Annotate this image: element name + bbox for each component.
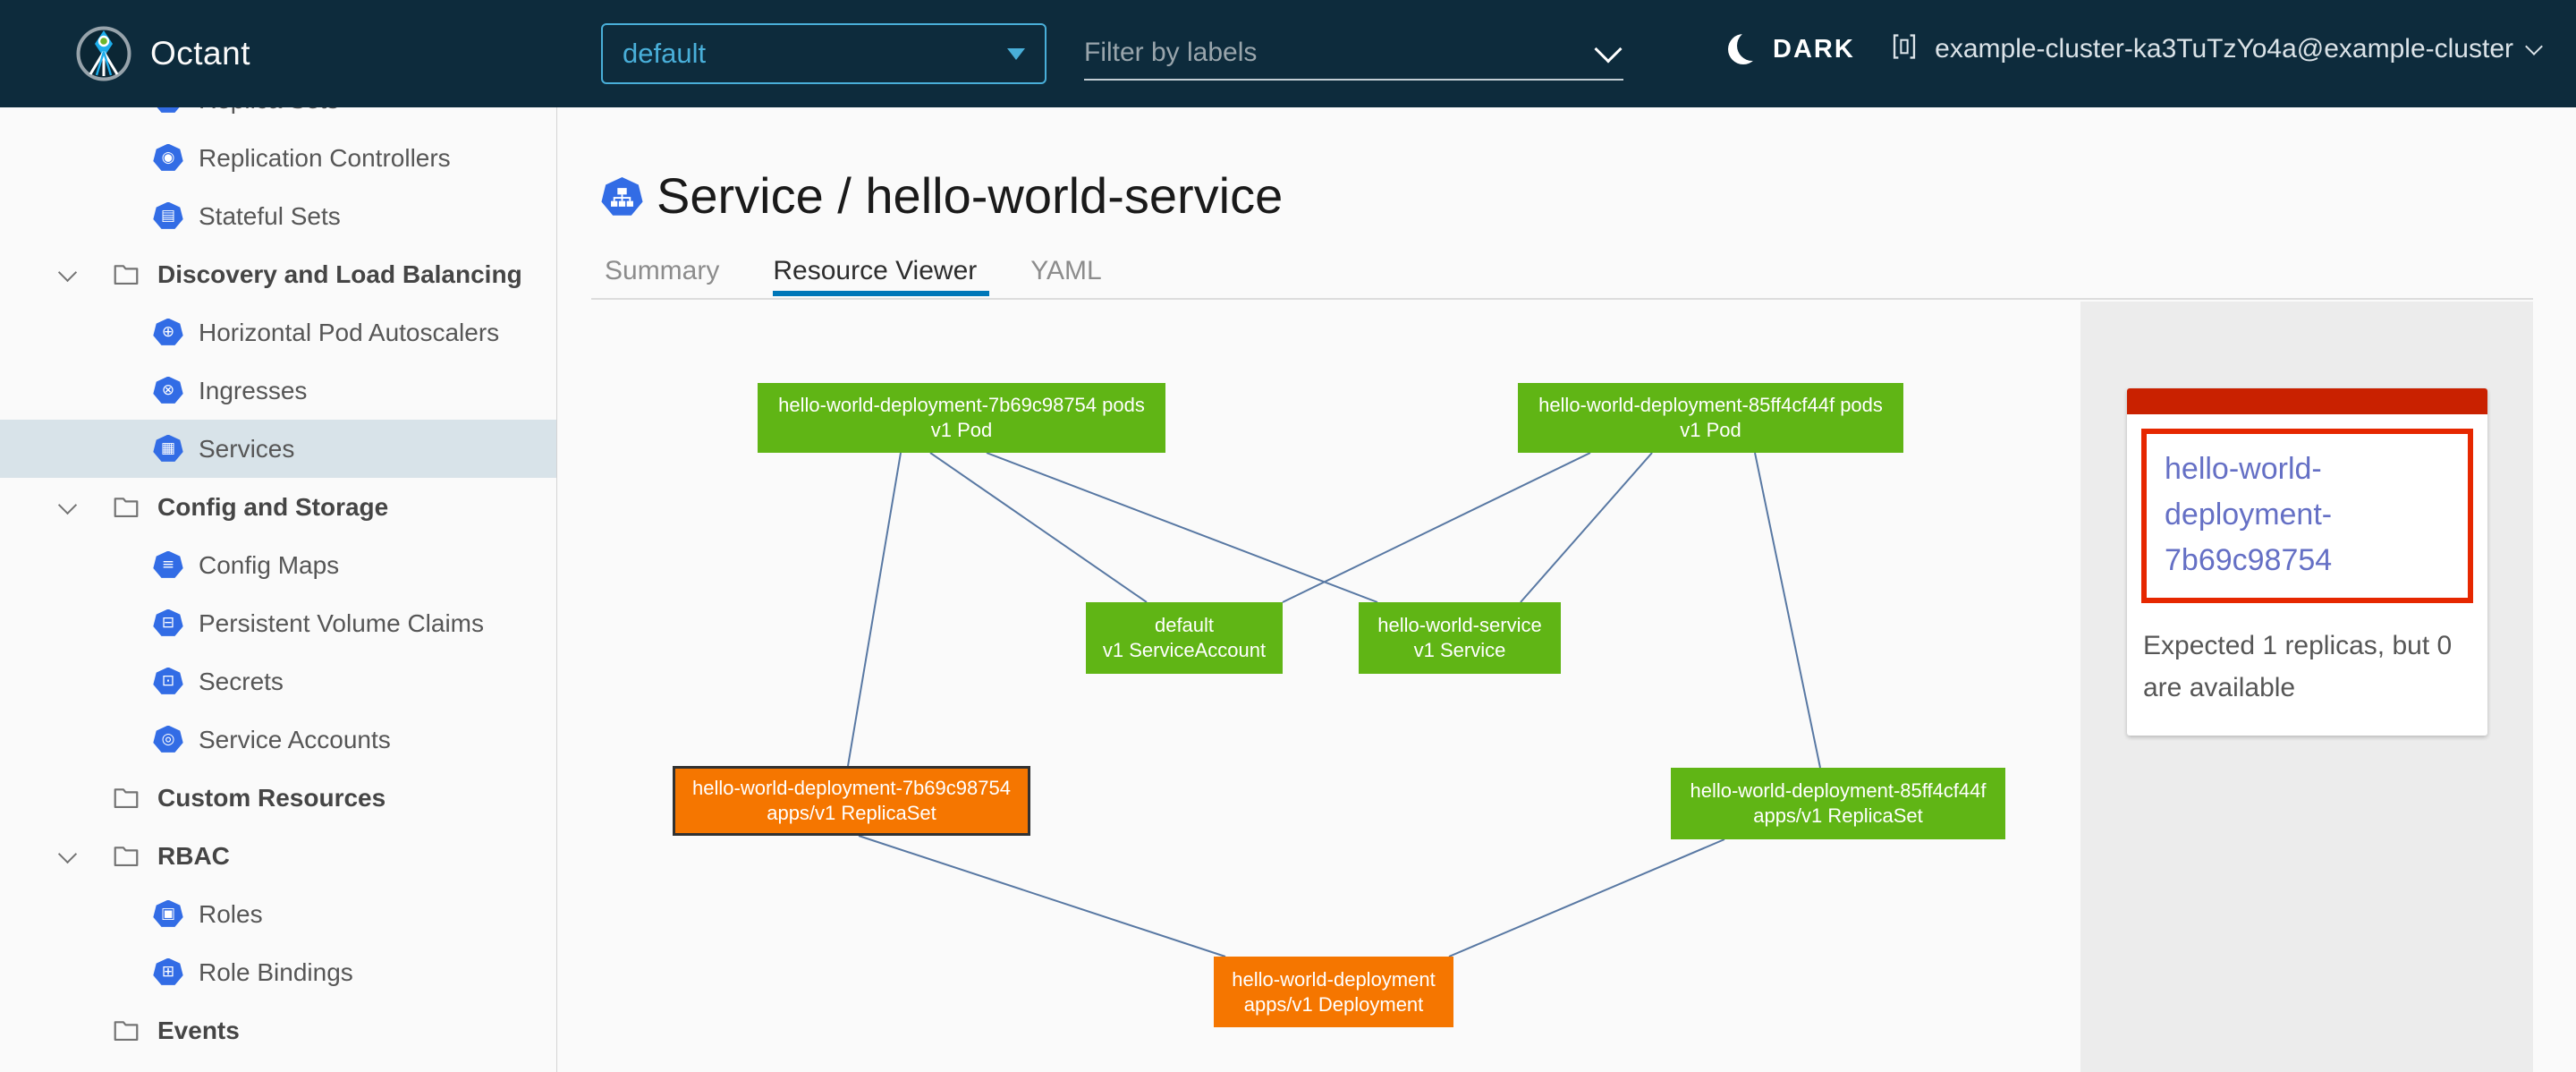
chevron-down-icon[interactable] (55, 843, 82, 870)
sidebar-nav: ◫ Replica Sets ◉ Replication Controllers… (0, 107, 557, 1072)
status-bar (2127, 388, 2487, 414)
namespace-dropdown-value: default (623, 38, 706, 70)
context-chevron-down-icon (2525, 38, 2543, 55)
tab-yaml[interactable]: YAML (1030, 256, 1101, 286)
graph-node-replicaset-7b69c98754[interactable]: hello-world-deployment-7b69c98754 apps/v… (673, 766, 1030, 836)
tab-bar: Summary Resource Viewer YAML (605, 256, 1102, 286)
sidebar-group-events[interactable]: Events (0, 1001, 556, 1059)
sidebar-group-custom-resources[interactable]: Custom Resources (0, 769, 556, 827)
tab-summary[interactable]: Summary (605, 256, 719, 286)
sidebar-item-secrets[interactable]: ⊡ Secrets (0, 652, 556, 710)
roles-icon: ▣ (153, 900, 183, 929)
alert-box: hello-world-deployment-7b69c98754 (2141, 429, 2473, 603)
chevron-down-icon[interactable] (55, 494, 82, 521)
sidebar-group-rbac[interactable]: RBAC (0, 827, 556, 885)
folder-icon (113, 786, 140, 810)
service-accounts-icon: ◎ (153, 726, 183, 754)
sidebar-item-roles[interactable]: ▣ Roles (0, 885, 556, 943)
graph-node-pods-85ff4cf44f[interactable]: hello-world-deployment-85ff4cf44f pods v… (1518, 383, 1903, 453)
status-card: hello-world-deployment-7b69c98754 Expect… (2127, 388, 2487, 736)
folder-icon (113, 262, 140, 286)
config-maps-icon: ≡ (153, 551, 183, 580)
detail-panel: hello-world-deployment-7b69c98754 Expect… (2080, 302, 2533, 1072)
active-tab-underline (773, 291, 989, 296)
stateful-sets-icon: ▤ (153, 202, 183, 231)
context-selector[interactable]: example-cluster-ka3TuTzYo4a@example-clus… (1888, 30, 2540, 68)
graph-node-replicaset-85ff4cf44f[interactable]: hello-world-deployment-85ff4cf44f apps/v… (1671, 768, 2005, 839)
folder-icon (113, 1018, 140, 1042)
sidebar-group-config-and-storage[interactable]: Config and Storage (0, 478, 556, 536)
dropdown-caret-icon (1007, 48, 1025, 60)
sidebar-item-config-maps[interactable]: ≡ Config Maps (0, 536, 556, 594)
sidebar-group-discovery-and-load-balancing[interactable]: Discovery and Load Balancing (0, 245, 556, 303)
namespace-dropdown[interactable]: default (601, 23, 1046, 84)
replication-controllers-icon: ◉ (153, 144, 183, 173)
horizontal-pod-autoscalers-icon: ⊕ (153, 319, 183, 347)
tab-separator (591, 298, 2533, 300)
main-content: Service / hello-world-service Summary Re… (557, 107, 2576, 1072)
sidebar-item-persistent-volume-claims[interactable]: ⊟ Persistent Volume Claims (0, 594, 556, 652)
service-icon (601, 177, 643, 217)
sidebar-item-replica-sets[interactable]: ◫ Replica Sets (0, 107, 556, 129)
resource-link[interactable]: hello-world-deployment-7b69c98754 (2165, 447, 2450, 583)
tab-resource-viewer[interactable]: Resource Viewer (773, 256, 977, 286)
sidebar-item-role-bindings[interactable]: ⊞ Role Bindings (0, 943, 556, 1001)
ingresses-icon: ⊗ (153, 377, 183, 405)
octant-logo-icon (75, 25, 132, 82)
octant-app-window: Octant default DARK example-cluster-ka3T… (0, 0, 2576, 1072)
scrollbar-track[interactable] (2533, 302, 2576, 1072)
services-icon: ▦ (153, 435, 183, 464)
cluster-icon (1888, 30, 1920, 68)
sidebar-item-ingresses[interactable]: ⊗ Ingresses (0, 362, 556, 420)
sidebar-item-horizontal-pod-autoscalers[interactable]: ⊕ Horizontal Pod Autoscalers (0, 303, 556, 362)
chevron-down-icon[interactable] (55, 261, 82, 288)
filter-chevron-down-icon[interactable] (1594, 35, 1622, 63)
theme-toggle-label: DARK (1773, 35, 1855, 64)
label-filter (1084, 27, 1623, 81)
label-filter-input[interactable] (1084, 38, 1549, 68)
moon-icon (1728, 34, 1758, 64)
resource-graph: hello-world-deployment-7b69c98754 pods v… (557, 301, 2080, 1072)
app-header: Octant default DARK example-cluster-ka3T… (0, 0, 2576, 107)
folder-icon (113, 495, 140, 519)
replica-sets-icon: ◫ (153, 107, 183, 115)
sidebar-item-stateful-sets[interactable]: ▤ Stateful Sets (0, 187, 556, 245)
persistent-volume-claims-icon: ⊟ (153, 609, 183, 638)
sidebar-item-services[interactable]: ▦ Services (0, 420, 556, 478)
graph-node-pods-7b69c98754[interactable]: hello-world-deployment-7b69c98754 pods v… (758, 383, 1165, 453)
graph-node-service-hello-world[interactable]: hello-world-service v1 Service (1359, 602, 1561, 674)
graph-node-deployment-hello-world[interactable]: hello-world-deployment apps/v1 Deploymen… (1214, 957, 1453, 1027)
graph-node-serviceaccount-default[interactable]: default v1 ServiceAccount (1086, 602, 1283, 674)
secrets-icon: ⊡ (153, 668, 183, 696)
sidebar-item-replication-controllers[interactable]: ◉ Replication Controllers (0, 129, 556, 187)
status-message: Expected 1 replicas, but 0 are available (2143, 625, 2471, 709)
theme-toggle[interactable]: DARK (1728, 34, 1855, 64)
role-bindings-icon: ⊞ (153, 958, 183, 987)
page-title: Service / hello-world-service (657, 166, 1283, 225)
sidebar-item-service-accounts[interactable]: ◎ Service Accounts (0, 710, 556, 769)
folder-icon (113, 844, 140, 868)
app-title: Octant (150, 35, 250, 72)
context-selector-label: example-cluster-ka3TuTzYo4a@example-clus… (1935, 34, 2513, 64)
